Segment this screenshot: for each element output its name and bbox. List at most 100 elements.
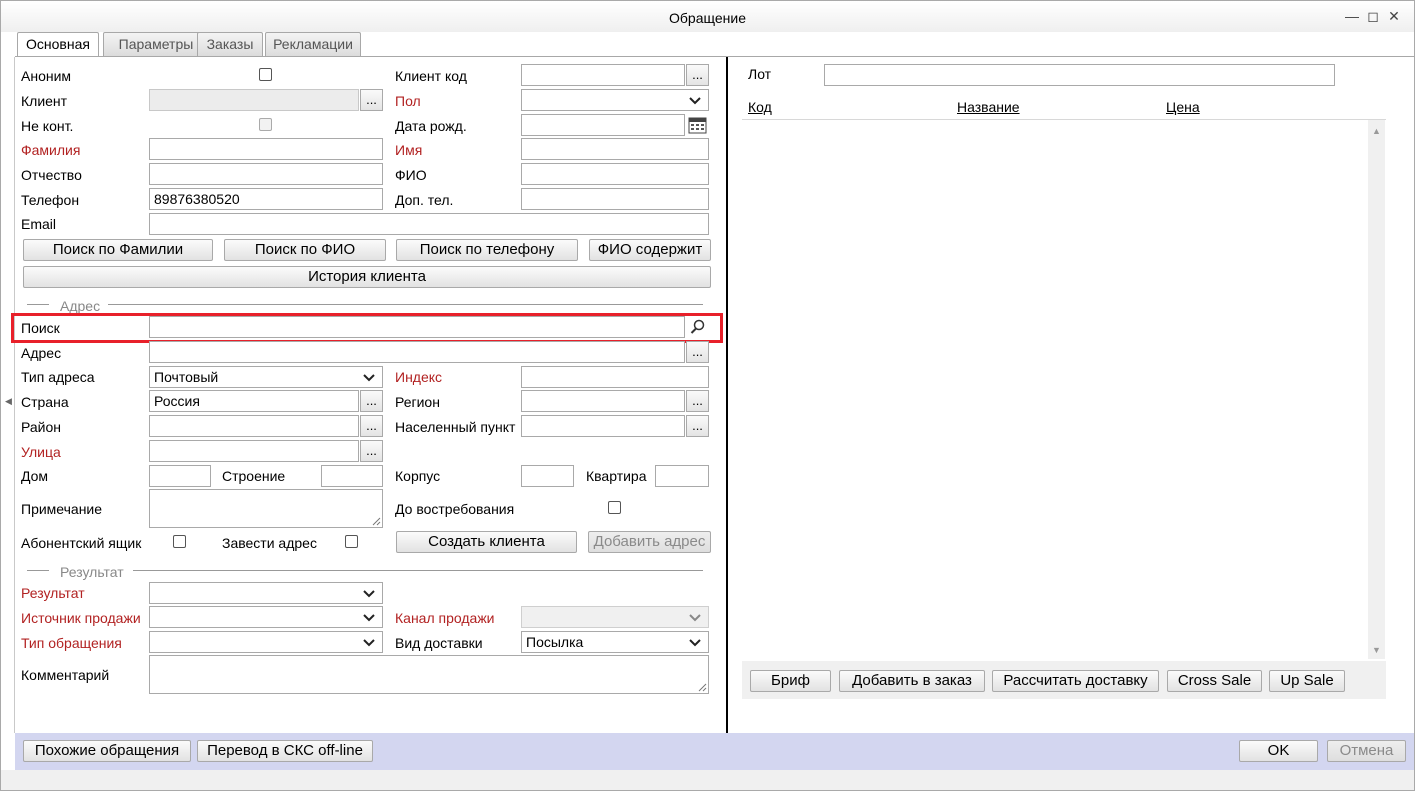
email-label: Email: [21, 216, 57, 232]
country-picker-button[interactable]: ...: [360, 390, 383, 412]
calendar-icon[interactable]: [688, 115, 707, 134]
phone-input[interactable]: 89876380520: [149, 188, 383, 210]
client-code-input[interactable]: [521, 64, 685, 86]
cancel-button[interactable]: Отмена: [1327, 740, 1406, 762]
apartment-input[interactable]: [655, 465, 709, 487]
comment-textarea[interactable]: [149, 655, 709, 694]
client-code-label: Клиент код: [395, 68, 467, 84]
fio-input[interactable]: [521, 163, 709, 185]
client-field[interactable]: [149, 89, 359, 111]
result-separator-right: [133, 570, 703, 571]
phone-label: Телефон: [21, 192, 80, 208]
street-picker-button[interactable]: ...: [360, 440, 383, 462]
delivery-type-select[interactable]: Посылка: [521, 631, 709, 653]
resize-grip-icon[interactable]: [697, 682, 707, 692]
index-input[interactable]: [521, 366, 709, 388]
window-title: Обращение: [669, 10, 746, 26]
tab-main[interactable]: Основная: [17, 32, 99, 57]
region-label: Регион: [395, 394, 440, 410]
search-by-lastname-button[interactable]: Поиск по Фамилии: [23, 239, 213, 261]
extra-phone-input[interactable]: [521, 188, 709, 210]
title-bar[interactable]: Обращение — ◻ ✕: [1, 1, 1414, 32]
maximize-icon[interactable]: ◻: [1365, 8, 1381, 24]
house-input[interactable]: [149, 465, 211, 487]
add-to-order-button[interactable]: Добавить в заказ: [839, 670, 985, 692]
panel-divider[interactable]: [726, 57, 728, 733]
client-code-picker-button[interactable]: ...: [686, 64, 709, 86]
comment-label: Комментарий: [21, 667, 110, 683]
no-contact-checkbox[interactable]: [259, 118, 272, 131]
district-input[interactable]: [149, 415, 359, 437]
birthdate-input[interactable]: [521, 114, 685, 136]
resize-grip-icon[interactable]: [371, 516, 381, 526]
country-input[interactable]: Россия: [149, 390, 359, 412]
tab-parameters[interactable]: Параметры: [103, 32, 209, 56]
brief-button[interactable]: Бриф: [750, 670, 831, 692]
search-by-fio-button[interactable]: Поиск по ФИО: [224, 239, 386, 261]
minimize-icon[interactable]: —: [1344, 8, 1360, 24]
request-type-select[interactable]: [149, 631, 383, 653]
email-input[interactable]: [149, 213, 709, 235]
region-input[interactable]: [521, 390, 685, 412]
locality-input[interactable]: [521, 415, 685, 437]
birthdate-label: Дата рожд.: [395, 118, 467, 134]
collapse-arrow-icon[interactable]: ◀: [5, 396, 12, 407]
column-header-code[interactable]: Код: [748, 99, 772, 115]
index-label: Индекс: [395, 369, 443, 385]
address-input[interactable]: [149, 341, 685, 363]
tab-complaints[interactable]: Рекламации: [265, 32, 361, 56]
on-demand-checkbox[interactable]: [608, 501, 621, 514]
create-address-checkbox[interactable]: [345, 535, 358, 548]
chevron-down-icon: [363, 639, 375, 647]
calculate-delivery-button[interactable]: Рассчитать доставку: [992, 670, 1159, 692]
result-select[interactable]: [149, 582, 383, 604]
fio-contains-button[interactable]: ФИО содержит: [589, 239, 711, 261]
result-section-label: Результат: [60, 564, 124, 580]
column-header-price[interactable]: Цена: [1166, 99, 1200, 115]
street-input[interactable]: [149, 440, 359, 462]
sale-channel-label: Канал продажи: [395, 610, 495, 626]
note-textarea[interactable]: [149, 489, 383, 528]
apartment-label: Квартира: [586, 468, 647, 484]
address-label: Адрес: [21, 345, 62, 361]
middlename-input[interactable]: [149, 163, 383, 185]
district-label: Район: [21, 419, 61, 435]
column-header-name[interactable]: Название: [957, 99, 1020, 115]
close-icon[interactable]: ✕: [1386, 8, 1402, 24]
transfer-offline-button[interactable]: Перевод в СКС off-line: [197, 740, 373, 762]
address-type-select[interactable]: Почтовый: [149, 366, 383, 388]
cross-sale-button[interactable]: Cross Sale: [1167, 670, 1262, 692]
add-address-button[interactable]: Добавить адрес: [588, 531, 711, 553]
create-client-button[interactable]: Создать клиента: [396, 531, 577, 553]
address-picker-button[interactable]: ...: [686, 341, 709, 363]
lot-input[interactable]: [824, 64, 1335, 86]
scroll-down-icon[interactable]: ▼: [1372, 645, 1381, 655]
building-input[interactable]: [321, 465, 383, 487]
similar-requests-button[interactable]: Похожие обращения: [23, 740, 191, 762]
sale-channel-select[interactable]: [521, 606, 709, 628]
region-picker-button[interactable]: ...: [686, 390, 709, 412]
house-label: Дом: [21, 468, 49, 484]
lastname-input[interactable]: [149, 138, 383, 160]
no-contact-label: Не конт.: [21, 118, 74, 134]
anon-checkbox[interactable]: [259, 68, 272, 81]
delivery-type-label: Вид доставки: [395, 635, 483, 651]
firstname-input[interactable]: [521, 138, 709, 160]
up-sale-button[interactable]: Up Sale: [1269, 670, 1345, 692]
firstname-label: Имя: [395, 142, 423, 158]
sale-source-select[interactable]: [149, 606, 383, 628]
district-picker-button[interactable]: ...: [360, 415, 383, 437]
gender-select[interactable]: [521, 89, 709, 111]
search-by-phone-button[interactable]: Поиск по телефону: [396, 239, 578, 261]
right-button-bar: Бриф Добавить в заказ Рассчитать доставк…: [742, 661, 1386, 699]
client-history-button[interactable]: История клиента: [23, 266, 711, 288]
corpus-input[interactable]: [521, 465, 574, 487]
lots-table-scrollbar[interactable]: ▲ ▼: [1368, 120, 1385, 659]
ok-button[interactable]: OK: [1239, 740, 1318, 762]
tab-orders[interactable]: Заказы: [197, 32, 263, 56]
locality-picker-button[interactable]: ...: [686, 415, 709, 437]
scroll-up-icon[interactable]: ▲: [1372, 126, 1381, 136]
po-box-checkbox[interactable]: [173, 535, 186, 548]
client-picker-button[interactable]: ...: [360, 89, 383, 111]
on-demand-label: До востребования: [395, 501, 515, 517]
